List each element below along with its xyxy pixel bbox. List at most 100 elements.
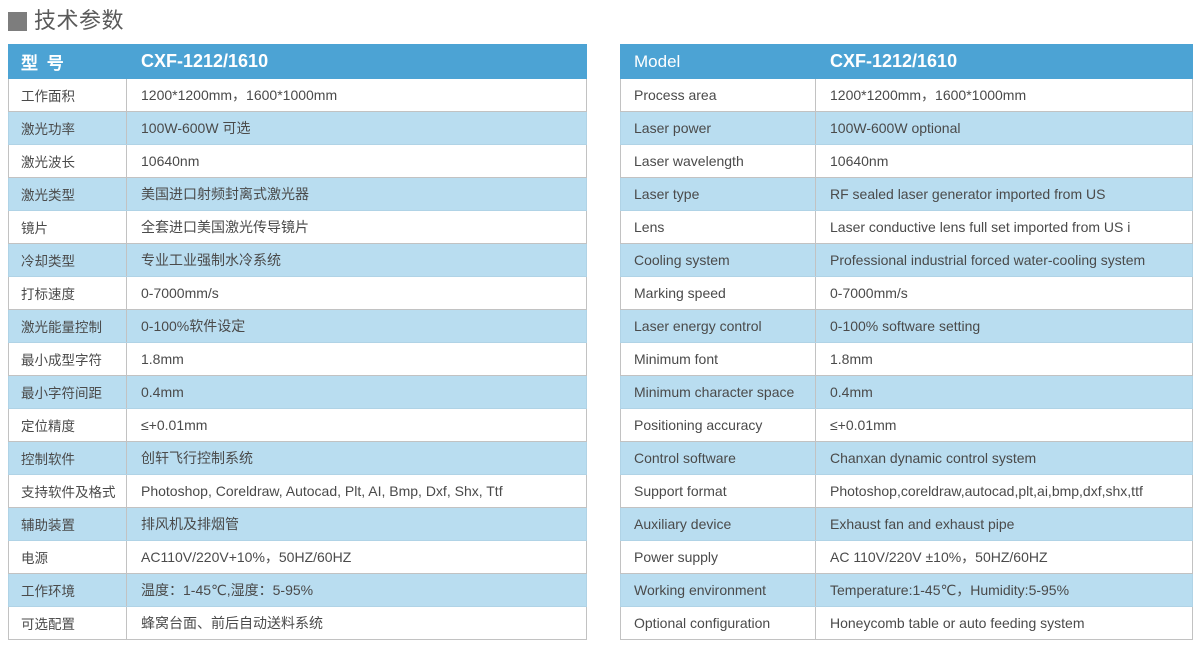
spec-label: Working environment xyxy=(620,573,816,607)
specification-table-english: Model CXF-1212/1610 Process area 1200*12… xyxy=(620,44,1193,640)
spec-value: ≤+0.01mm xyxy=(815,408,1193,442)
table-row: Optional configuration Honeycomb table o… xyxy=(620,606,1193,640)
table-row: Auxiliary device Exhaust fan and exhaust… xyxy=(620,507,1193,541)
table-row: Laser type RF sealed laser generator imp… xyxy=(620,177,1193,211)
table-row: 支持软件及格式 Photoshop, Coreldraw, Autocad, P… xyxy=(8,474,587,508)
column-header-model-label: 型 号 xyxy=(8,44,127,79)
table-row: Working environment Temperature:1-45℃，Hu… xyxy=(620,573,1193,607)
spec-value: Laser conductive lens full set imported … xyxy=(815,210,1193,244)
table-row: Cooling system Professional industrial f… xyxy=(620,243,1193,277)
table-row: 控制软件 创轩飞行控制系统 xyxy=(8,441,587,475)
table-row: Positioning accuracy ≤+0.01mm xyxy=(620,408,1193,442)
spec-label: Control software xyxy=(620,441,816,475)
spec-value: Honeycomb table or auto feeding system xyxy=(815,606,1193,640)
spec-value: 排风机及排烟管 xyxy=(126,507,587,541)
table-row: 电源 AC110V/220V+10%，50HZ/60HZ xyxy=(8,540,587,574)
spec-value: 1200*1200mm，1600*1000mm xyxy=(126,78,587,112)
spec-value: 10640nm xyxy=(126,144,587,178)
table-row: Control software Chanxan dynamic control… xyxy=(620,441,1193,475)
spec-label: 工作环境 xyxy=(8,573,127,607)
table-row: Minimum font 1.8mm xyxy=(620,342,1193,376)
table-row: 辅助装置 排风机及排烟管 xyxy=(8,507,587,541)
table-header-english: Model CXF-1212/1610 xyxy=(620,44,1193,79)
spec-value: 1.8mm xyxy=(815,342,1193,376)
table-row: 工作环境 温度：1-45℃,湿度：5-95% xyxy=(8,573,587,607)
spec-value: 美国进口射频封离式激光器 xyxy=(126,177,587,211)
spec-value: 全套进口美国激光传导镜片 xyxy=(126,210,587,244)
spec-label: 控制软件 xyxy=(8,441,127,475)
table-row: 工作面积 1200*1200mm，1600*1000mm xyxy=(8,78,587,112)
spec-label: Cooling system xyxy=(620,243,816,277)
table-row: 镜片 全套进口美国激光传导镜片 xyxy=(8,210,587,244)
spec-value: 创轩飞行控制系统 xyxy=(126,441,587,475)
spec-value: Photoshop,coreldraw,autocad,plt,ai,bmp,d… xyxy=(815,474,1193,508)
table-row: Minimum character space 0.4mm xyxy=(620,375,1193,409)
page-title: 技术参数 xyxy=(8,6,124,36)
spec-label: 激光波长 xyxy=(8,144,127,178)
table-row: 冷却类型 专业工业强制水冷系统 xyxy=(8,243,587,277)
spec-value: 0-7000mm/s xyxy=(815,276,1193,310)
spec-value: Temperature:1-45℃，Humidity:5-95% xyxy=(815,573,1193,607)
spec-label: Power supply xyxy=(620,540,816,574)
spec-value: 100W-600W 可选 xyxy=(126,111,587,145)
spec-label: Auxiliary device xyxy=(620,507,816,541)
spec-value: 10640nm xyxy=(815,144,1193,178)
spec-value: 专业工业强制水冷系统 xyxy=(126,243,587,277)
spec-label: Minimum font xyxy=(620,342,816,376)
table-row: 定位精度 ≤+0.01mm xyxy=(8,408,587,442)
spec-value: Exhaust fan and exhaust pipe xyxy=(815,507,1193,541)
page-title-label: 技术参数 xyxy=(34,8,125,33)
spec-label: 最小字符间距 xyxy=(8,375,127,409)
spec-label: 工作面积 xyxy=(8,78,127,112)
spec-label: Laser energy control xyxy=(620,309,816,343)
table-row: Support format Photoshop,coreldraw,autoc… xyxy=(620,474,1193,508)
spec-label: 激光能量控制 xyxy=(8,309,127,343)
spec-value: 0.4mm xyxy=(126,375,587,409)
spec-label: Positioning accuracy xyxy=(620,408,816,442)
column-header-model-label: Model xyxy=(620,44,816,79)
table-header-row: Model CXF-1212/1610 xyxy=(620,44,1193,79)
spec-label: Support format xyxy=(620,474,816,508)
spec-label: Process area xyxy=(620,78,816,112)
spec-label: Laser type xyxy=(620,177,816,211)
table-row: 激光能量控制 0-100%软件设定 xyxy=(8,309,587,343)
table-row: Process area 1200*1200mm，1600*1000mm xyxy=(620,78,1193,112)
spec-value: Professional industrial forced water-coo… xyxy=(815,243,1193,277)
spec-label: 镜片 xyxy=(8,210,127,244)
spec-value: RF sealed laser generator imported from … xyxy=(815,177,1193,211)
table-row: 可选配置 蜂窝台面、前后自动送料系统 xyxy=(8,606,587,640)
spec-value: AC110V/220V+10%，50HZ/60HZ xyxy=(126,540,587,574)
spec-value: 1.8mm xyxy=(126,342,587,376)
spec-label: Marking speed xyxy=(620,276,816,310)
spec-value: 1200*1200mm，1600*1000mm xyxy=(815,78,1193,112)
spec-value: 100W-600W optional xyxy=(815,111,1193,145)
spec-value: 蜂窝台面、前后自动送料系统 xyxy=(126,606,587,640)
square-bullet-icon xyxy=(8,11,27,31)
table-header-chinese: 型 号 CXF-1212/1610 xyxy=(8,44,587,79)
spec-label: 电源 xyxy=(8,540,127,574)
table-row: 激光类型 美国进口射频封离式激光器 xyxy=(8,177,587,211)
column-header-model-value: CXF-1212/1610 xyxy=(126,44,587,79)
table-row: Laser wavelength 10640nm xyxy=(620,144,1193,178)
specification-table-chinese: 型 号 CXF-1212/1610 工作面积 1200*1200mm，1600*… xyxy=(8,44,587,640)
spec-label: 冷却类型 xyxy=(8,243,127,277)
table-body-english: Process area 1200*1200mm，1600*1000mm Las… xyxy=(620,78,1193,640)
spec-value: Photoshop, Coreldraw, Autocad, Plt, AI, … xyxy=(126,474,587,508)
table-row: Laser power 100W-600W optional xyxy=(620,111,1193,145)
spec-label: 定位精度 xyxy=(8,408,127,442)
spec-value: 0-7000mm/s xyxy=(126,276,587,310)
spec-label: 最小成型字符 xyxy=(8,342,127,376)
spec-label: Laser power xyxy=(620,111,816,145)
spec-label: Optional configuration xyxy=(620,606,816,640)
table-row: Marking speed 0-7000mm/s xyxy=(620,276,1193,310)
column-header-model-value: CXF-1212/1610 xyxy=(815,44,1193,79)
spec-label: 激光类型 xyxy=(8,177,127,211)
table-row: 最小字符间距 0.4mm xyxy=(8,375,587,409)
spec-label: 打标速度 xyxy=(8,276,127,310)
spec-value: Chanxan dynamic control system xyxy=(815,441,1193,475)
spec-value: AC 110V/220V ±10%，50HZ/60HZ xyxy=(815,540,1193,574)
specification-page: 技术参数 型 号 CXF-1212/1610 工作面积 1200*1200mm，… xyxy=(0,0,1200,651)
spec-label: Minimum character space xyxy=(620,375,816,409)
table-row: Power supply AC 110V/220V ±10%，50HZ/60HZ xyxy=(620,540,1193,574)
table-row: 打标速度 0-7000mm/s xyxy=(8,276,587,310)
